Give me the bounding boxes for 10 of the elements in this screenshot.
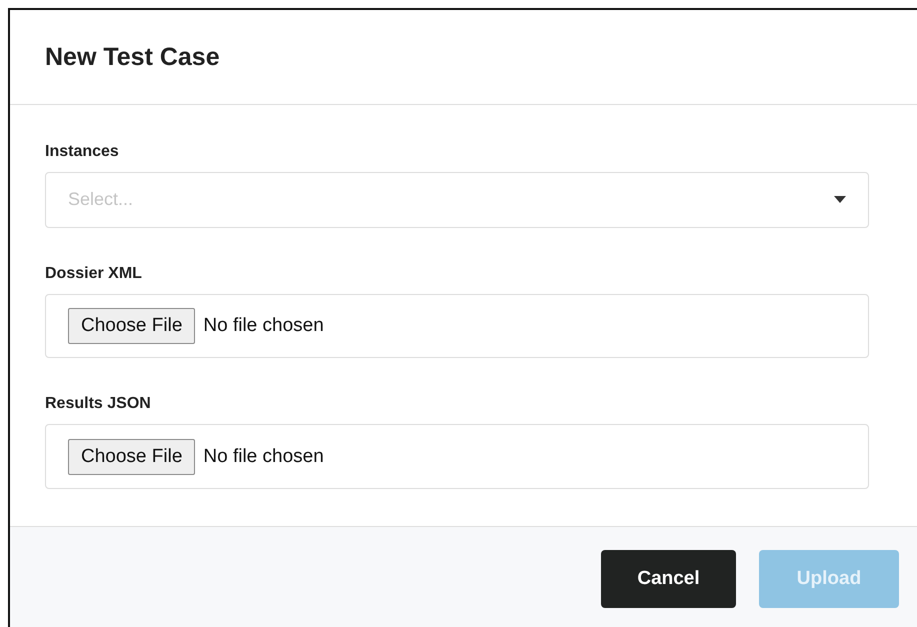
cancel-button[interactable]: Cancel	[601, 550, 736, 608]
dialog-title: New Test Case	[45, 42, 220, 72]
choose-file-button[interactable]: Choose File	[68, 438, 196, 475]
field-label: Instances	[45, 143, 119, 161]
caret-icon	[834, 196, 846, 204]
file-status: No file chosen	[203, 446, 324, 468]
field-label: Dossier XML	[45, 264, 142, 283]
field-label: Results JSON	[45, 395, 151, 414]
file-status: No file chosen	[203, 314, 324, 337]
choose-file-button[interactable]: Choose File	[68, 308, 196, 344]
